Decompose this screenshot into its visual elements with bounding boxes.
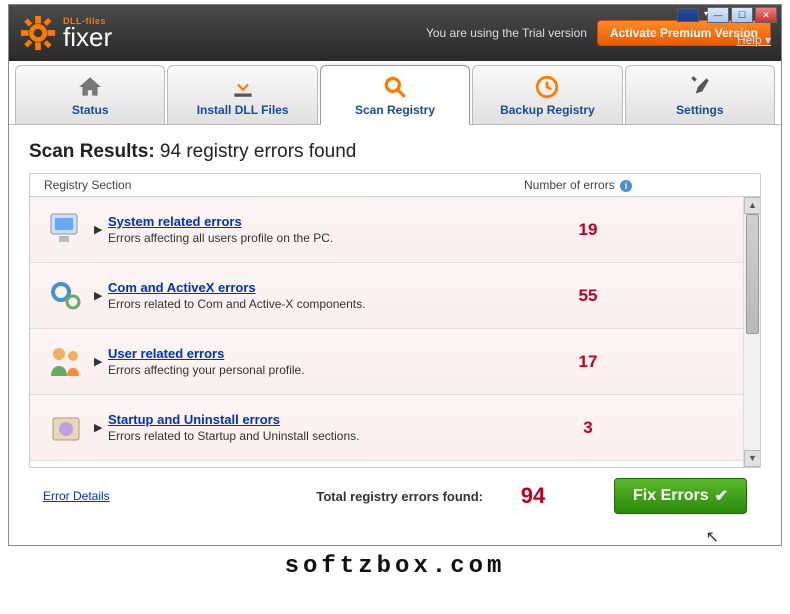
logo: DLL-files fixer — [19, 14, 112, 52]
footer-row: Error Details Total registry errors foun… — [29, 468, 761, 514]
results-box: Registry Section Number of errors i ▶ Sy… — [29, 173, 761, 468]
expand-arrow-icon[interactable]: ▶ — [94, 421, 108, 434]
error-count: 19 — [518, 220, 658, 240]
table-row: ▶ System related errors Errors affecting… — [30, 197, 760, 263]
download-icon — [229, 73, 257, 101]
scroll-down-button[interactable]: ▼ — [744, 450, 760, 467]
search-icon — [381, 73, 409, 101]
scrollbar: ▲ ▼ — [743, 197, 760, 467]
tab-label: Install DLL Files — [197, 103, 289, 117]
expand-arrow-icon[interactable]: ▶ — [94, 223, 108, 236]
close-button[interactable]: ✕ — [755, 7, 777, 23]
main-tabs: Status Install DLL Files Scan Registry B… — [9, 61, 781, 125]
gears-icon — [40, 273, 94, 319]
error-count: 55 — [518, 286, 658, 306]
tab-label: Settings — [676, 103, 723, 117]
fix-errors-button[interactable]: Fix Errors✔ — [614, 478, 747, 514]
row-link-system[interactable]: System related errors — [108, 214, 518, 229]
tools-icon — [686, 73, 714, 101]
tab-backup-registry[interactable]: Backup Registry — [472, 65, 622, 124]
language-flag-dropdown[interactable] — [677, 8, 699, 22]
table-row: ▶ User related errors Errors affecting y… — [30, 329, 760, 395]
row-desc: Errors affecting all users profile on th… — [108, 231, 518, 245]
col-registry-section: Registry Section — [44, 178, 524, 192]
scroll-up-button[interactable]: ▲ — [744, 197, 760, 214]
total-label: Total registry errors found: — [243, 489, 483, 504]
content-area: Scan Results: 94 registry errors found R… — [9, 125, 781, 545]
scroll-thumb[interactable] — [746, 214, 759, 334]
gear-logo-icon — [19, 14, 57, 52]
row-link-com[interactable]: Com and ActiveX errors — [108, 280, 518, 295]
total-value: 94 — [483, 483, 583, 509]
info-icon[interactable]: i — [620, 180, 632, 192]
app-window: DLL-files fixer You are using the Trial … — [8, 4, 782, 546]
row-desc: Errors related to Startup and Uninstall … — [108, 429, 518, 443]
tab-label: Scan Registry — [355, 103, 435, 117]
trial-notice: You are using the Trial version — [426, 26, 587, 40]
minimize-button[interactable]: — — [707, 7, 729, 23]
tab-scan-registry[interactable]: Scan Registry — [320, 65, 470, 124]
error-count: 17 — [518, 352, 658, 372]
tab-install-dll[interactable]: Install DLL Files — [167, 65, 317, 124]
maximize-button[interactable]: ☐ — [731, 7, 753, 23]
help-menu[interactable]: Help ▾ — [737, 33, 771, 47]
tab-label: Status — [72, 103, 109, 117]
expand-arrow-icon[interactable]: ▶ — [94, 289, 108, 302]
row-desc: Errors affecting your personal profile. — [108, 363, 518, 377]
scan-results-heading: Scan Results: 94 registry errors found — [29, 141, 761, 163]
rows-container: ▶ System related errors Errors affecting… — [30, 197, 760, 467]
window-controls: — ☐ ✕ — [677, 7, 777, 23]
tab-settings[interactable]: Settings — [625, 65, 775, 124]
table-header: Registry Section Number of errors i — [30, 174, 760, 197]
row-desc: Errors related to Com and Active-X compo… — [108, 297, 518, 311]
cursor-icon: ↖ — [706, 527, 719, 547]
package-icon — [40, 405, 94, 451]
check-icon: ✔ — [715, 486, 728, 506]
expand-arrow-icon[interactable]: ▶ — [94, 355, 108, 368]
tab-status[interactable]: Status — [15, 65, 165, 124]
error-count: 3 — [518, 418, 658, 438]
system-icon — [40, 207, 94, 253]
clock-icon — [533, 73, 561, 101]
table-row: ▶ Startup and Uninstall errors Errors re… — [30, 395, 760, 461]
row-link-user[interactable]: User related errors — [108, 346, 518, 361]
home-icon — [76, 73, 104, 101]
users-icon — [40, 339, 94, 385]
row-link-startup[interactable]: Startup and Uninstall errors — [108, 412, 518, 427]
table-row: ▶ Com and ActiveX errors Errors related … — [30, 263, 760, 329]
error-details-link[interactable]: Error Details — [43, 489, 243, 503]
col-number-errors: Number of errors i — [524, 178, 746, 192]
logo-big-text: fixer — [63, 24, 112, 50]
titlebar: DLL-files fixer You are using the Trial … — [9, 5, 781, 61]
tab-label: Backup Registry — [500, 103, 595, 117]
watermark: softzbox.com — [0, 550, 790, 582]
